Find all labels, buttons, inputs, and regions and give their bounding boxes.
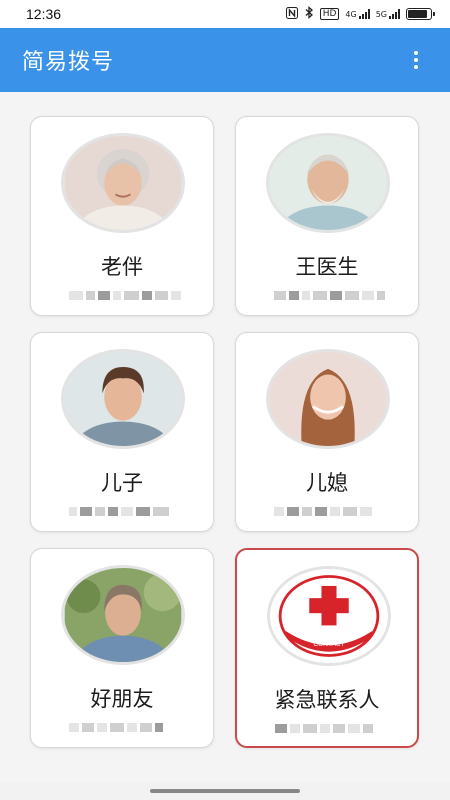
contact-grid: 老伴 王医生 儿子 儿媳 好朋友 EMERGENCY CONTACT 紧急联系人 (0, 92, 450, 782)
contact-card-son[interactable]: 儿子 (30, 332, 214, 532)
contact-name: 好朋友 (90, 687, 154, 711)
status-icons: HD 4G 5G (285, 6, 435, 22)
home-gesture-bar[interactable] (150, 789, 300, 793)
status-bar: 12:36 HD 4G 5G (0, 0, 450, 28)
network-type-label-1: 4G (345, 10, 357, 19)
network-type-label-2: 5G (375, 10, 387, 19)
contact-phone-redacted (69, 505, 181, 517)
nfc-icon (285, 6, 298, 22)
battery-icon (406, 8, 435, 20)
contact-phone-redacted (274, 505, 386, 517)
emergency-logo-text: EMERGENCY (308, 634, 351, 641)
contact-card-doctor[interactable]: 王医生 (235, 116, 419, 316)
contact-phone-redacted (275, 722, 387, 734)
contact-name: 紧急联系人 (274, 688, 380, 712)
contact-card-spouse[interactable]: 老伴 (30, 116, 214, 316)
contact-name: 老伴 (101, 255, 143, 279)
contact-phone-redacted (69, 289, 181, 301)
emergency-contact-logo: EMERGENCY CONTACT (267, 566, 391, 666)
overflow-menu-icon[interactable] (404, 48, 428, 72)
app-bar: 简易拨号 (0, 28, 450, 92)
contact-phone-redacted (274, 289, 386, 301)
young-woman-avatar (266, 349, 390, 449)
bluetooth-icon (304, 6, 314, 22)
young-man-avatar (61, 349, 185, 449)
contact-name: 王医生 (295, 255, 359, 279)
contact-name: 儿子 (101, 471, 143, 495)
elderly-woman-avatar (61, 133, 185, 233)
contact-phone-redacted (69, 721, 181, 733)
status-time: 12:36 (26, 6, 62, 22)
contact-card-daughter-in-law[interactable]: 儿媳 (235, 332, 419, 532)
elderly-man-avatar (266, 133, 390, 233)
emergency-logo-text-2: CONTACT (313, 641, 344, 648)
hd-icon: HD (319, 8, 340, 20)
signal-5g-icon: 5G (376, 9, 400, 19)
app-title: 简易拨号 (22, 50, 115, 75)
middle-aged-woman-avatar (61, 565, 185, 665)
contact-card-friend[interactable]: 好朋友 (30, 548, 214, 748)
contact-name: 儿媳 (306, 471, 348, 495)
signal-4g-icon: 4G (345, 9, 370, 19)
contact-card-emergency[interactable]: EMERGENCY CONTACT 紧急联系人 (235, 548, 419, 748)
